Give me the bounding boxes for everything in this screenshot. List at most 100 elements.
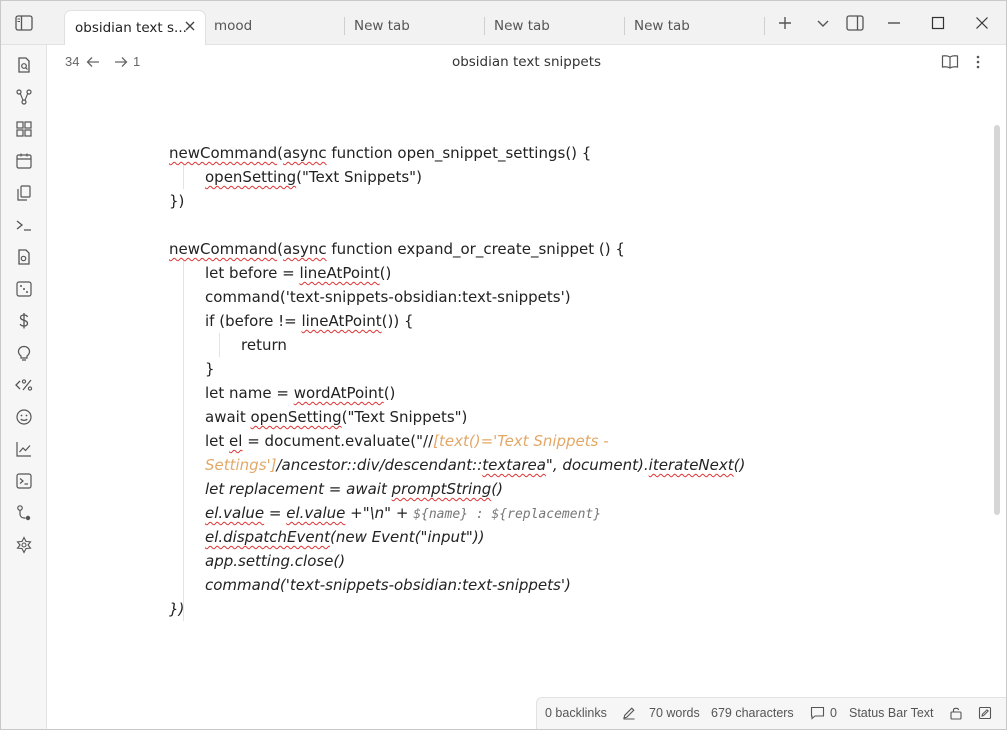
lock-icon[interactable] xyxy=(948,705,964,721)
tab-mood[interactable]: mood xyxy=(204,10,344,41)
tab-label: obsidian text s... xyxy=(75,20,187,36)
note-title[interactable]: obsidian text snippets xyxy=(47,54,1006,70)
canvas-icon[interactable] xyxy=(14,119,34,139)
code-line: let name = wordAtPoint() xyxy=(169,381,745,405)
code-token: () xyxy=(733,456,746,474)
tab-new-tab-2[interactable]: New tab xyxy=(484,10,624,41)
editor-pane[interactable]: newCommand(async function open_snippet_s… xyxy=(47,79,1006,729)
code-token: = document.evaluate("// xyxy=(242,432,434,450)
status-bar-text: Status Bar Text xyxy=(849,706,934,720)
smiley-icon[interactable] xyxy=(14,407,34,427)
code-token: (new Event("input")) xyxy=(330,528,485,546)
tab-new-tab-1[interactable]: New tab xyxy=(344,10,484,41)
word-count: 70 words xyxy=(649,706,700,720)
lightbulb-icon[interactable] xyxy=(14,343,34,363)
code-token: /ancestor::div/descendant:: xyxy=(276,456,483,474)
code-token: [text()='Text Snippets - xyxy=(433,432,609,450)
code-line: el.value = el.value +"\n" + ${name} : ${… xyxy=(169,501,745,525)
file-search-icon[interactable] xyxy=(14,247,34,267)
code-line: } xyxy=(169,357,745,381)
tab-obsidian-text-snippets[interactable]: obsidian text s... xyxy=(64,10,206,45)
open-quick-switcher-icon[interactable] xyxy=(14,55,34,75)
code-token: newCommand xyxy=(169,240,278,258)
code-token: promptString xyxy=(391,480,492,498)
indent-guide xyxy=(219,333,220,357)
code-token: el xyxy=(229,432,243,450)
code-content[interactable]: newCommand(async function open_snippet_s… xyxy=(169,141,745,621)
sidebar-toggle-icon[interactable] xyxy=(13,13,35,33)
dollar-icon[interactable] xyxy=(14,311,34,331)
code-token: ()) { xyxy=(381,312,414,330)
code-token: = xyxy=(264,504,287,522)
code-token: () xyxy=(379,264,392,282)
status-bar: 0 backlinks 70 words 679 characters 0 St… xyxy=(536,697,1006,729)
line-chart-icon[interactable] xyxy=(14,439,34,459)
code-token: el.dispatchEvent xyxy=(205,528,330,546)
graph-view-icon[interactable] xyxy=(14,87,34,107)
code-token: Settings'] xyxy=(205,456,277,474)
window-close-icon[interactable] xyxy=(971,12,993,34)
more-options-icon[interactable] xyxy=(969,53,987,71)
code-line: if (before != lineAtPoint()) { xyxy=(169,309,745,333)
code-token: openSetting xyxy=(250,408,342,426)
code-line: Settings']/ancestor::div/descendant::tex… xyxy=(169,453,745,477)
tab-divider xyxy=(764,17,765,35)
code-token: command('text-snippets-obsidian:text-sni… xyxy=(205,576,571,594)
console-icon[interactable] xyxy=(14,471,34,491)
editor-scrollbar[interactable] xyxy=(994,125,1000,515)
code-token: let replacement = await xyxy=(205,480,392,498)
code-token: if (before != xyxy=(205,312,302,330)
new-tab-plus-icon[interactable] xyxy=(774,12,796,34)
tab-bar: obsidian text s... mood New tab New tab … xyxy=(1,1,1006,45)
code-token: el.value xyxy=(286,504,346,522)
indent-guide xyxy=(183,165,184,189)
code-token: ${name} : ${replacement} xyxy=(413,507,602,522)
tab-label: New tab xyxy=(634,17,690,34)
code-token: }) xyxy=(169,600,185,618)
code-line: el.dispatchEvent(new Event("input")) xyxy=(169,525,745,549)
tab-new-tab-3[interactable]: New tab xyxy=(624,10,764,41)
dice-icon[interactable] xyxy=(14,279,34,299)
code-token: wordAtPoint xyxy=(293,384,384,402)
code-token: lineAtPoint xyxy=(299,264,380,282)
function-body: let before = lineAtPoint() command('text… xyxy=(169,261,745,621)
chevron-down-icon[interactable] xyxy=(812,12,834,34)
code-line: await openSetting("Text Snippets") xyxy=(169,405,745,429)
tab-label: New tab xyxy=(494,17,550,34)
minimize-icon[interactable] xyxy=(883,12,905,34)
pencil-icon[interactable] xyxy=(621,705,637,721)
comment-icon[interactable] xyxy=(809,705,825,721)
view-header: 34 1 obsidian text snippets xyxy=(47,45,1006,79)
code-token: ("Text Snippets") xyxy=(296,168,422,186)
code-percent-icon[interactable] xyxy=(14,375,34,395)
code-token: () xyxy=(383,384,396,402)
pen-edit-icon[interactable] xyxy=(977,705,993,721)
terminal-icon[interactable] xyxy=(14,215,34,235)
code-line: command('text-snippets-obsidian:text-sni… xyxy=(169,285,745,309)
workflow-icon[interactable] xyxy=(14,503,34,523)
tab-label: mood xyxy=(214,17,253,34)
settings-star-icon[interactable] xyxy=(14,535,34,555)
code-token: function expand_or_create_snippet () { xyxy=(326,240,625,258)
code-token: iterateNext xyxy=(648,456,734,474)
book-open-icon[interactable] xyxy=(941,53,959,71)
close-icon[interactable] xyxy=(183,19,197,33)
code-line: let replacement = await promptString() xyxy=(169,477,745,501)
code-token: openSetting xyxy=(205,168,297,186)
calendar-icon[interactable] xyxy=(14,151,34,171)
right-sidebar-toggle-icon[interactable] xyxy=(844,12,866,34)
code-token: let xyxy=(205,432,230,450)
code-token: ", document). xyxy=(545,456,649,474)
code-line: return xyxy=(169,333,745,357)
code-line: newCommand(async function open_snippet_s… xyxy=(169,141,745,165)
code-token: let name = xyxy=(205,384,294,402)
code-token: textarea xyxy=(482,456,546,474)
code-token: newCommand xyxy=(169,144,278,162)
code-token: let before = xyxy=(205,264,300,282)
maximize-icon[interactable] xyxy=(927,12,949,34)
character-count: 679 characters xyxy=(711,706,794,720)
code-token: return xyxy=(241,336,287,354)
copy-files-icon[interactable] xyxy=(14,183,34,203)
backlinks-count[interactable]: 0 backlinks xyxy=(545,706,607,720)
